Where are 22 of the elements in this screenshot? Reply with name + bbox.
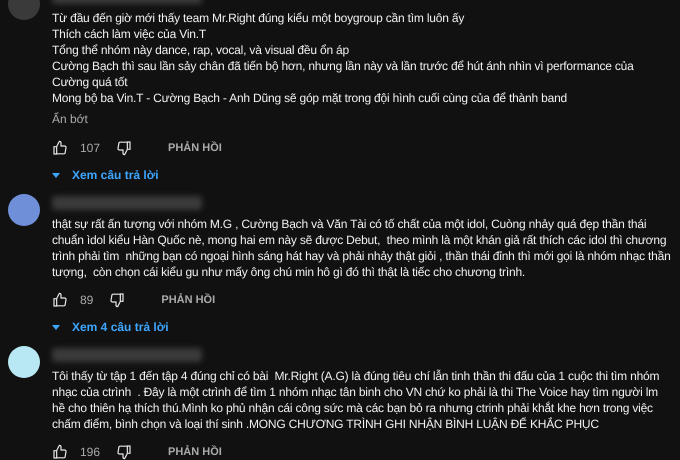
reply-button[interactable]: PHẢN HỒI bbox=[168, 140, 222, 156]
caret-down-icon bbox=[52, 324, 60, 330]
thumbs-up-icon[interactable] bbox=[52, 140, 68, 156]
reply-button[interactable]: PHẢN HỒI bbox=[161, 292, 216, 308]
thumbs-down-icon[interactable] bbox=[109, 292, 126, 308]
thumbs-up-icon[interactable] bbox=[52, 292, 68, 308]
comment-text: Từ đầu đến giờ mới thấy team Mr.Right đúng kiểu một boygroup cần tìm luôn ấy Thích cách làm việc của Vin.T Tổng thể nhóm này dance, rap, vocal, và visual đều ổn áp Cường Bạch thì sau lần sảy chân đã tiến bộ hơn, nhưng lần này và lần trước để hút ánh nhìn vì performance của Cường quá tốt Mong bộ ba Vin.T - Cường Bạch - Anh Dũng sẽ góp mặt trong đội hình cuối cùng của để thành band bbox=[52, 10, 635, 106]
avatar[interactable] bbox=[8, 346, 40, 378]
view-replies-link[interactable]: Xem câu trả lời bbox=[72, 166, 159, 184]
comment-text: Tôi thấy từ tập 1 đến tập 4 đúng chỉ có bài Mr.Right (A.G) là đúng tiêu chí lẫn tinh thần thi đấu của 1 cuộc thi tìm nhóm nhạc của ctrình . Đây là một ctrình để tìm 1 nhóm nhạc tân binh cho VN chứ ko phải là thi The Voice hay tìm người lm hề cho thiên hạ thích thú.Mình ko phủ nhận cái công sức mà các bạn bỏ ra nhưng ctrinh phải khắt khe hơn trong việc chấm điểm, bình chọn và loại thí sinh .MONG CHƯƠNG TRÌNH GHI NHẬN BÌNH LUẬN ĐỂ KHẮC PHỤC bbox=[52, 368, 660, 432]
show-less-link[interactable]: Ẩn bớt bbox=[52, 110, 672, 128]
thumbs-up-icon[interactable] bbox=[52, 444, 68, 460]
like-count: 196 bbox=[80, 444, 100, 460]
avatar[interactable] bbox=[8, 194, 40, 226]
reply-button[interactable]: PHẢN HỒI bbox=[168, 444, 222, 460]
like-count: 107 bbox=[80, 140, 100, 157]
thumbs-down-icon[interactable] bbox=[116, 140, 132, 156]
view-replies-link[interactable]: Xem 4 câu trả lời bbox=[72, 318, 169, 336]
comment-text: thật sự rất ấn tượng với nhóm M.G , Cường Bạch và Văn Tài có tố chất của một idol, Cuòng nhảy quá đẹp thần thái chuẩn ìdol kiểu Hàn Quốc nè, mong hai em này sẽ được Debut, theo mình là một khán giả rất thích các idol thì chương trình phải tìm những bạn có ngoại hình sáng hát hay và phải nhảy thật giỏi , thần thái đỉnh thì mới gọi là nhóm nhạc thần tượng, còn chọn cái kiểu gu như mấy ông chú min hô gì đó thì thật là tiếc cho chương trình. bbox=[52, 216, 672, 280]
thumbs-down-icon[interactable] bbox=[116, 444, 132, 460]
caret-down-icon bbox=[52, 172, 60, 178]
like-count: 89 bbox=[80, 292, 94, 309]
